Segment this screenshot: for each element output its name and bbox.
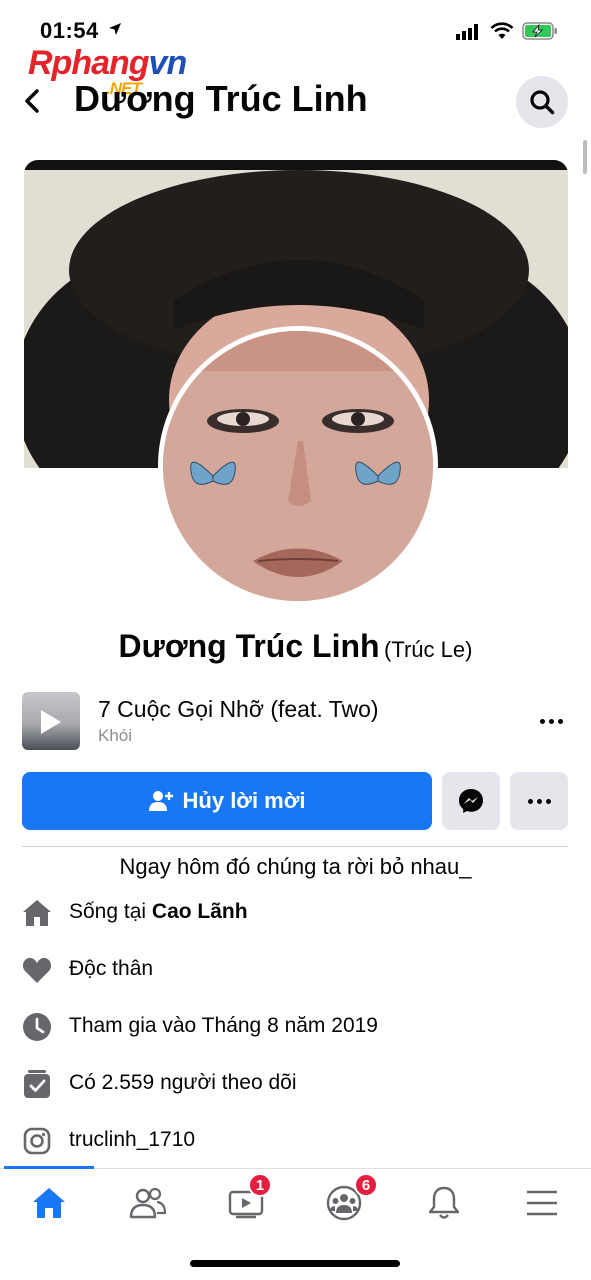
lives-place[interactable]: Cao Lãnh — [152, 900, 248, 923]
music-thumbnail[interactable] — [22, 692, 80, 750]
search-icon — [530, 90, 555, 115]
search-button[interactable] — [516, 76, 568, 128]
detail-instagram[interactable]: truclinh_1710 — [22, 1122, 570, 1162]
music-title: 7 Cuộc Gọi Nhỡ (feat. Two) — [98, 696, 379, 722]
status-time: 01:54 — [40, 18, 99, 43]
detail-joined: Tham gia vào Tháng 8 năm 2019 — [22, 1008, 570, 1048]
music-artist: Khói — [98, 726, 133, 745]
cancel-request-button[interactable]: Hủy lời mời — [22, 772, 432, 830]
detail-lives-in[interactable]: Sống tại Cao Lãnh — [22, 894, 570, 934]
detail-relationship: Độc thân — [22, 951, 570, 991]
profile-name: Dương Trúc Linh (Trúc Le) — [0, 628, 591, 665]
battery-charging-icon — [522, 22, 558, 45]
tab-notifications[interactable] — [414, 1179, 474, 1227]
watch-badge: 1 — [248, 1173, 272, 1197]
instagram-icon — [22, 1126, 52, 1156]
scroll-indicator — [583, 140, 587, 174]
messenger-icon — [459, 789, 483, 813]
profile-bio: Ngay hôm đó chúng ta rời bỏ nhau_ — [119, 854, 472, 879]
detail-followers[interactable]: Có 2.559 người theo dõi — [22, 1065, 570, 1105]
groups-badge: 6 — [354, 1173, 378, 1197]
profile-avatar[interactable] — [158, 326, 438, 606]
profile-music[interactable]: 7 Cuộc Gọi Nhỡ (feat. Two) Khói — [22, 690, 570, 752]
messenger-button[interactable] — [442, 772, 500, 830]
tab-watch[interactable]: 1 — [216, 1173, 276, 1227]
person-add-icon — [148, 791, 173, 811]
more-icon — [527, 798, 551, 804]
tab-menu[interactable] — [512, 1179, 572, 1227]
page-title: Dương Trúc Linh — [74, 78, 368, 119]
home-indicator — [190, 1260, 400, 1267]
tab-home[interactable] — [19, 1179, 79, 1227]
watermark-logo: Rphangvn .NET — [28, 44, 187, 98]
clock-icon — [22, 1012, 52, 1042]
tab-friends[interactable] — [118, 1179, 178, 1227]
signal-icon — [456, 24, 482, 45]
profile-alternate-name: (Trúc Le) — [384, 637, 473, 662]
wifi-icon — [490, 22, 514, 45]
back-button[interactable] — [18, 84, 46, 118]
music-more-button[interactable] — [534, 708, 568, 734]
home-icon — [33, 1188, 65, 1218]
tab-groups[interactable]: 6 — [314, 1173, 378, 1227]
more-options-button[interactable] — [510, 772, 568, 830]
hamburger-menu-icon — [527, 1190, 557, 1216]
divider — [22, 846, 568, 847]
followers-icon — [22, 1069, 52, 1099]
heart-icon — [22, 955, 52, 985]
chevron-left-icon — [25, 89, 39, 113]
location-arrow-icon — [108, 22, 122, 41]
home-icon — [22, 898, 52, 928]
cancel-request-label: Hủy lời mời — [182, 788, 306, 813]
profile-name-main: Dương Trúc Linh — [118, 628, 380, 664]
bell-icon — [428, 1186, 460, 1219]
play-icon — [41, 710, 61, 734]
friends-icon — [129, 1187, 167, 1219]
